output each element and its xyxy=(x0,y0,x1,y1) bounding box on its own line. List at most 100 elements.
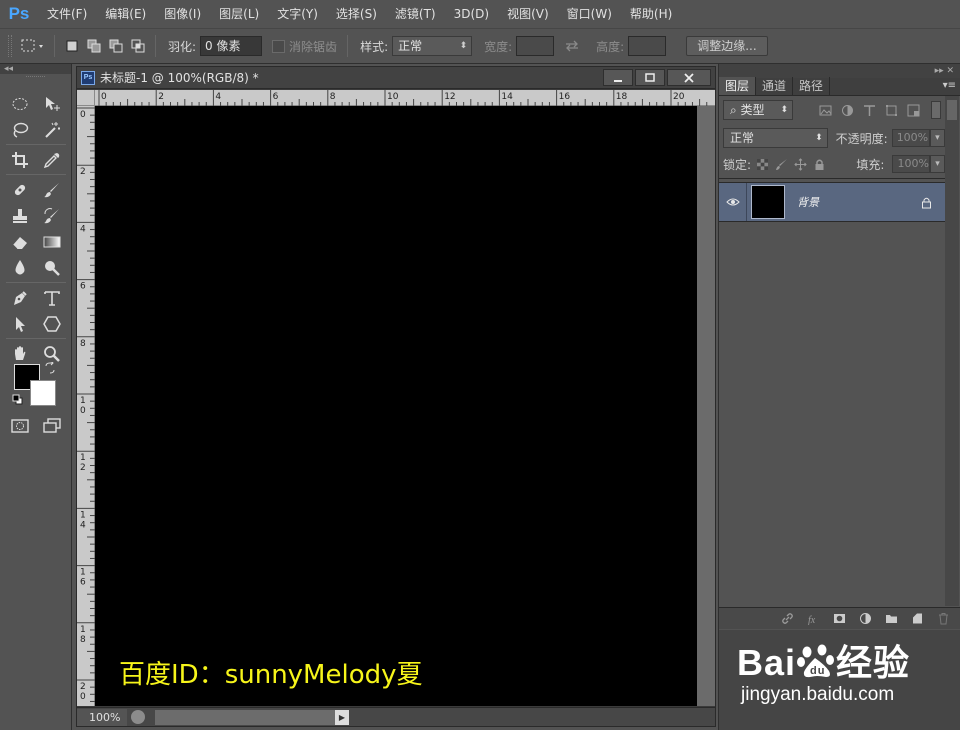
ruler-label: 1 xyxy=(80,568,86,578)
shape-tool[interactable] xyxy=(40,312,64,336)
layer-row-background[interactable]: 背景 xyxy=(719,182,945,222)
gradient-tool[interactable] xyxy=(40,230,64,254)
feather-input[interactable]: 0 像素 xyxy=(200,36,263,56)
lock-transparent-button[interactable] xyxy=(755,156,770,172)
intersect-selection-button[interactable] xyxy=(127,35,149,57)
filter-shape-button[interactable] xyxy=(883,102,899,118)
menu-edit[interactable]: 编辑(E) xyxy=(96,0,155,28)
filter-toggle-switch[interactable] xyxy=(931,101,941,119)
document-canvas[interactable]: 百度ID：sunnyMelody夏 xyxy=(95,106,697,706)
layer-name[interactable]: 背景 xyxy=(797,194,917,210)
tool-preset-picker[interactable] xyxy=(18,34,48,58)
swap-dimensions-button[interactable] xyxy=(554,40,590,52)
eraser-tool[interactable] xyxy=(8,230,32,254)
style-select[interactable]: 正常 ⬍ xyxy=(392,36,473,56)
lasso-tool[interactable] xyxy=(8,118,32,142)
filter-pixel-button[interactable] xyxy=(817,102,833,118)
filter-smart-object-button[interactable] xyxy=(905,102,921,118)
status-menu-arrow[interactable]: ▶ xyxy=(335,709,349,725)
document-titlebar[interactable]: Ps 未标题-1 @ 100%(RGB/8) * xyxy=(77,67,715,89)
ruler-origin[interactable] xyxy=(77,90,95,106)
ruler-label: 4 xyxy=(215,92,221,102)
baidu-logo-text-right: 经验 xyxy=(836,642,911,683)
blend-mode-select[interactable]: 正常 ⬍ xyxy=(723,128,828,148)
menu-file[interactable]: 文件(F) xyxy=(38,0,96,28)
type-tool[interactable] xyxy=(40,286,64,310)
new-group-button[interactable] xyxy=(883,611,899,627)
quick-mask-button[interactable] xyxy=(8,414,32,438)
background-color-swatch[interactable] xyxy=(30,380,56,406)
refine-edge-button[interactable]: 调整边缘... xyxy=(686,36,768,56)
menu-view[interactable]: 视图(V) xyxy=(498,0,558,28)
link-layers-button[interactable] xyxy=(779,611,795,627)
horizontal-scrollbar[interactable] xyxy=(155,709,335,725)
menu-select[interactable]: 选择(S) xyxy=(327,0,386,28)
menu-type[interactable]: 文字(Y) xyxy=(268,0,327,28)
vertical-ruler[interactable]: 02468101214161820 xyxy=(77,106,95,706)
lock-all-button[interactable] xyxy=(812,156,827,172)
new-selection-button[interactable] xyxy=(61,35,83,57)
toolbox-collapse-button[interactable]: ◂◂ xyxy=(0,64,71,74)
pen-tool[interactable] xyxy=(8,286,32,310)
subtract-selection-button[interactable] xyxy=(105,35,127,57)
filter-type-button[interactable] xyxy=(861,102,877,118)
canvas-area[interactable]: 百度ID：sunnyMelody夏 xyxy=(95,106,715,706)
layer-visibility-toggle[interactable] xyxy=(719,183,747,221)
new-adjustment-button[interactable] xyxy=(857,611,873,627)
height-input[interactable] xyxy=(628,36,667,56)
screen-mode-button[interactable] xyxy=(40,414,64,438)
swap-colors-button[interactable] xyxy=(44,360,56,374)
blur-tool[interactable] xyxy=(8,256,32,280)
menu-layer[interactable]: 图层(L) xyxy=(210,0,268,28)
fill-input[interactable]: 100% xyxy=(892,155,931,173)
tab-channels[interactable]: 通道 xyxy=(756,77,794,95)
add-mask-button[interactable] xyxy=(831,611,847,627)
layer-style-button[interactable]: fx xyxy=(805,611,821,627)
panel-menu-icon[interactable]: ▾≡ xyxy=(943,80,956,91)
menu-3d[interactable]: 3D(D) xyxy=(445,0,498,28)
filter-adjustment-button[interactable] xyxy=(839,102,855,118)
elliptical-marquee-tool[interactable] xyxy=(8,92,32,116)
new-layer-button[interactable] xyxy=(909,611,925,627)
opacity-input[interactable]: 100% xyxy=(891,129,930,147)
menu-filter[interactable]: 滤镜(T) xyxy=(386,0,445,28)
magic-wand-tool[interactable] xyxy=(40,118,64,142)
tab-paths[interactable]: 路径 xyxy=(793,77,831,95)
panel-collapse-button[interactable]: ▸▸ ✕ xyxy=(719,64,960,78)
fill-dropdown-arrow[interactable]: ▾ xyxy=(930,155,945,173)
layers-scrollbar[interactable] xyxy=(945,96,959,606)
width-input[interactable] xyxy=(516,36,555,56)
maximize-button[interactable] xyxy=(635,69,665,86)
minimize-button[interactable] xyxy=(603,69,633,86)
zoom-level-field[interactable]: 100% xyxy=(77,708,127,726)
clone-stamp-tool[interactable] xyxy=(8,204,32,228)
hand-tool[interactable] xyxy=(8,342,32,366)
photoshop-logo: Ps xyxy=(8,4,30,23)
crop-tool[interactable] xyxy=(8,148,32,172)
opacity-dropdown-arrow[interactable]: ▾ xyxy=(929,129,945,147)
toolbox-grip[interactable] xyxy=(26,76,45,84)
menu-window[interactable]: 窗口(W) xyxy=(558,0,621,28)
menu-image[interactable]: 图像(I) xyxy=(155,0,210,28)
options-grip[interactable] xyxy=(8,35,12,57)
close-button[interactable] xyxy=(667,69,711,86)
add-selection-button[interactable] xyxy=(83,35,105,57)
default-colors-button[interactable] xyxy=(12,394,24,406)
delete-layer-button[interactable] xyxy=(935,611,951,627)
menu-help[interactable]: 帮助(H) xyxy=(621,0,681,28)
horizontal-ruler[interactable]: 0 2 4 6 8 10 12 14 16 18 20 xyxy=(95,90,715,106)
filter-kind-select[interactable]: ⌕ 类型 ⬍ xyxy=(723,100,793,120)
eyedropper-tool[interactable] xyxy=(40,148,64,172)
lock-image-button[interactable] xyxy=(774,156,789,172)
move-tool[interactable] xyxy=(40,92,64,116)
history-brush-tool[interactable] xyxy=(40,204,64,228)
healing-brush-tool[interactable] xyxy=(8,178,32,202)
layers-scrollbar-thumb[interactable] xyxy=(947,100,957,120)
dodge-tool[interactable] xyxy=(40,256,64,280)
brush-tool[interactable] xyxy=(40,178,64,202)
path-selection-tool[interactable] xyxy=(8,312,32,336)
antialias-checkbox[interactable] xyxy=(272,39,286,53)
lock-position-button[interactable] xyxy=(793,156,808,172)
status-info-icon[interactable] xyxy=(131,710,145,724)
tab-layers[interactable]: 图层 xyxy=(719,77,757,95)
